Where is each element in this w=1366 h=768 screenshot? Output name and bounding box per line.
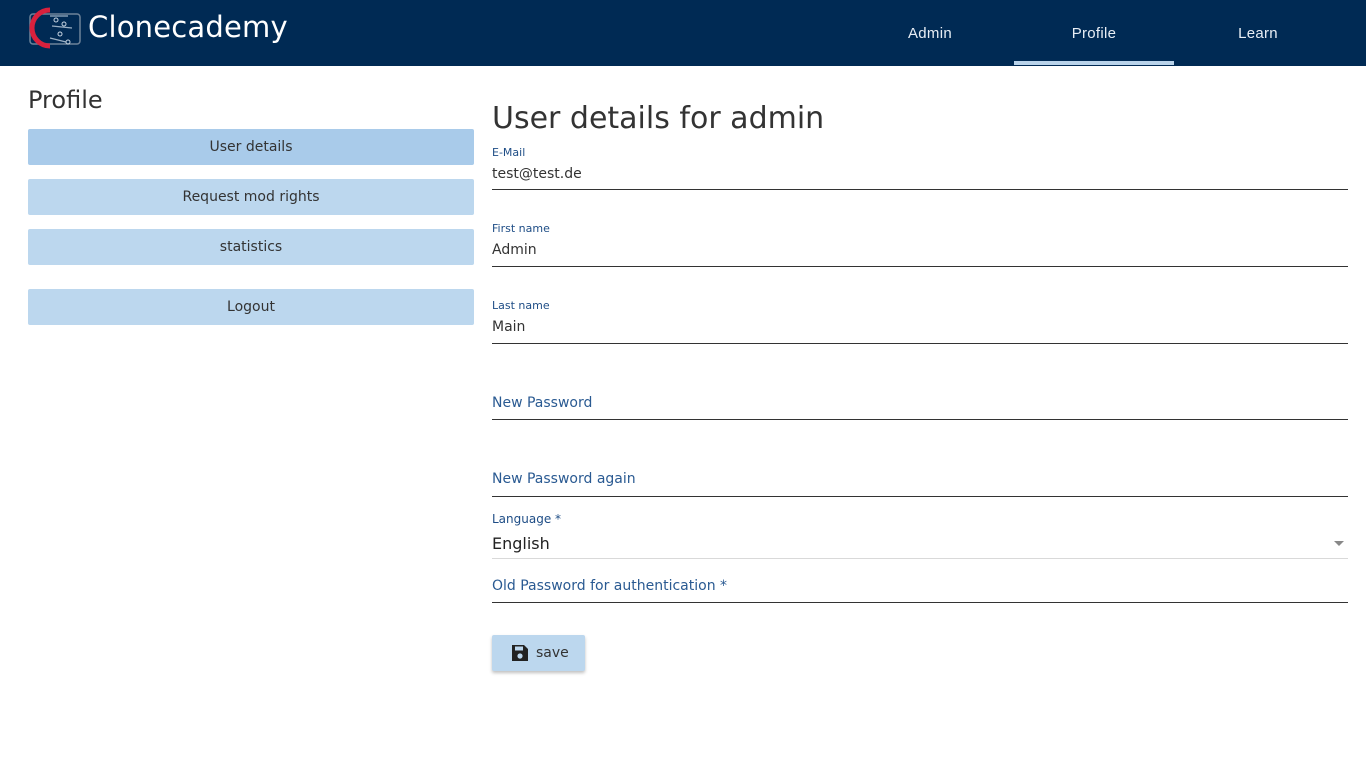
first-name-value[interactable]: Admin	[492, 242, 537, 258]
sidebar-item-statistics[interactable]: statistics	[28, 229, 474, 265]
sidebar-item-user-details[interactable]: User details	[28, 129, 474, 165]
last-name-value[interactable]: Main	[492, 319, 525, 335]
first-name-label: First name	[492, 222, 550, 235]
floppy-disk-icon	[512, 645, 528, 661]
nav-tab-profile[interactable]: Profile	[1014, 0, 1174, 66]
new-password-again-placeholder: New Password again	[492, 471, 636, 487]
new-password-again-field[interactable]: New Password again	[492, 450, 1348, 497]
sidebar-item-logout[interactable]: Logout	[28, 289, 474, 325]
caret-down-icon[interactable]	[1334, 541, 1344, 546]
email-field[interactable]: E-Mail test@test.de	[492, 144, 1348, 190]
top-app-bar: Clonecademy Admin Profile Learn	[0, 0, 1366, 66]
language-label: Language *	[492, 512, 562, 526]
page-title: User details for admin	[492, 101, 825, 136]
clonecademy-logo-icon[interactable]	[28, 6, 82, 52]
last-name-label: Last name	[492, 299, 550, 312]
sidebar-item-request-mod-rights[interactable]: Request mod rights	[28, 179, 474, 215]
nav-tab-admin[interactable]: Admin	[850, 0, 1010, 66]
brand-name[interactable]: Clonecademy	[88, 10, 288, 44]
sidebar-title: Profile	[28, 86, 103, 114]
last-name-field[interactable]: Last name Main	[492, 297, 1348, 344]
new-password-placeholder: New Password	[492, 395, 593, 411]
language-value: English	[492, 534, 550, 553]
save-button[interactable]: save	[492, 635, 585, 671]
old-password-placeholder: Old Password for authentication *	[492, 578, 728, 594]
first-name-field[interactable]: First name Admin	[492, 220, 1348, 267]
nav-tab-learn[interactable]: Learn	[1178, 0, 1338, 66]
email-value[interactable]: test@test.de	[492, 166, 582, 182]
email-label: E-Mail	[492, 146, 526, 159]
old-password-field[interactable]: Old Password for authentication *	[492, 570, 1348, 603]
language-select[interactable]: Language * English	[492, 510, 1348, 559]
save-button-label: save	[536, 645, 569, 661]
new-password-field[interactable]: New Password	[492, 374, 1348, 420]
